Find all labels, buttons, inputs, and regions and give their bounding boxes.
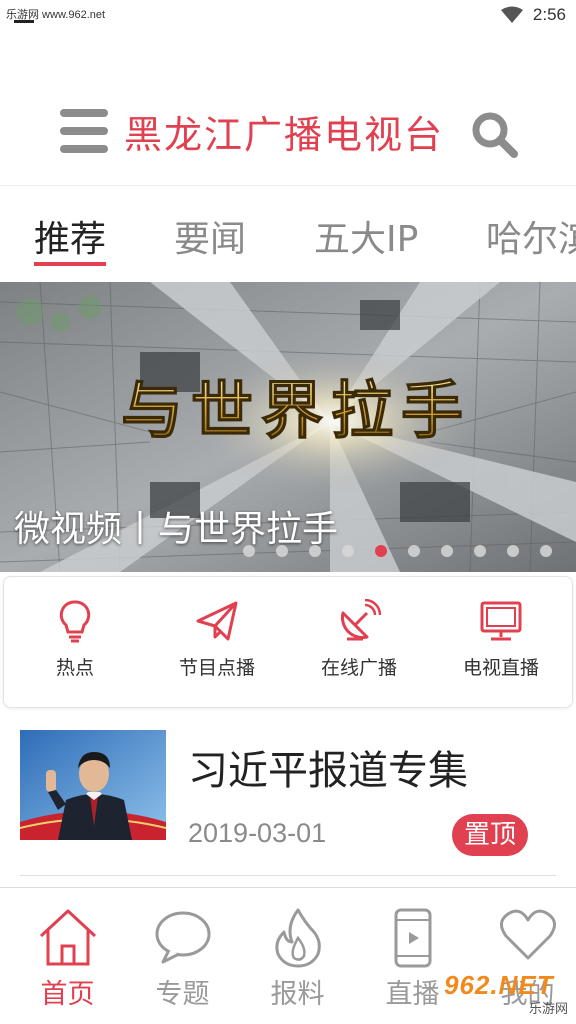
carousel-dot[interactable] (276, 545, 288, 557)
carousel-dot[interactable] (441, 545, 453, 557)
carousel-dot[interactable] (342, 545, 354, 557)
tab-recommend[interactable]: 推荐 (34, 210, 106, 262)
status-time: 2:56 (532, 5, 566, 24)
nav-label: 报料 (270, 979, 325, 1010)
satellite-dish-icon (341, 599, 381, 641)
status-right: 2:56 (500, 4, 566, 26)
banner-carousel[interactable]: 与世界拉手 微视频丨与世界拉手 (0, 282, 576, 572)
pinned-badge: 置顶 (452, 814, 528, 856)
quick-action-tv[interactable]: 电视直播 (430, 577, 572, 709)
nav-home[interactable]: 首页 (10, 888, 125, 1024)
watermark-logo: 962.NET 乐游网 (440, 966, 572, 1020)
speech-bubble-icon (155, 911, 210, 964)
search-icon[interactable] (470, 110, 518, 158)
nav-topics[interactable]: 专题 (125, 888, 240, 1024)
banner-caption: 微视频丨与世界拉手 (14, 509, 339, 550)
tab-harbin[interactable]: 哈尔滨 (486, 210, 576, 262)
status-indicator (14, 20, 34, 23)
home-icon (39, 909, 96, 966)
tab-headlines[interactable]: 要闻 (174, 210, 246, 262)
news-title: 习近平报道专集 (188, 748, 468, 794)
tab-bar: 推荐 要闻 五大IP 哈尔滨 (0, 186, 576, 282)
carousel-dot[interactable] (474, 545, 486, 557)
menu-icon[interactable] (60, 109, 108, 153)
carousel-dot[interactable] (507, 545, 519, 557)
carousel-dot[interactable] (309, 545, 321, 557)
carousel-dot[interactable] (540, 545, 552, 557)
lightbulb-icon (59, 600, 91, 643)
nav-label: 首页 (40, 979, 95, 1010)
news-date: 2019-03-01 (188, 818, 327, 848)
heart-icon (499, 909, 556, 960)
flame-icon (274, 908, 321, 968)
quick-actions-card: 热点 节目点播 在线广播 电视直播 (3, 576, 573, 708)
list-divider (20, 875, 556, 876)
watermark-main: 962.NET (444, 970, 554, 1000)
carousel-dot[interactable] (408, 545, 420, 557)
carousel-dot[interactable] (243, 545, 255, 557)
watermark-sub: 乐游网 (528, 1002, 568, 1017)
news-list-item[interactable]: 习近平报道专集 2019-03-01 置顶 (0, 710, 576, 880)
quick-action-label: 电视直播 (462, 657, 539, 679)
quick-action-label: 在线广播 (320, 657, 397, 679)
status-bar: 乐游网 www.962.net 2:56 (0, 0, 576, 30)
quick-action-label: 热点 (55, 657, 94, 679)
phone-play-icon (394, 908, 431, 968)
quick-action-hot[interactable]: 热点 (4, 577, 146, 709)
tab-five-ip[interactable]: 五大IP (314, 210, 418, 262)
news-thumbnail (20, 730, 166, 840)
wifi-icon (500, 6, 523, 23)
quick-action-radio[interactable]: 在线广播 (288, 577, 430, 709)
app-header: 黑龙江广播电视台 (0, 30, 576, 186)
active-tab-indicator (34, 262, 106, 266)
app-title: 黑龙江广播电视台 (124, 113, 445, 157)
carousel-dot-active[interactable] (375, 545, 387, 557)
paper-plane-icon (196, 601, 238, 641)
banner-artwork-text: 与世界拉手 (121, 374, 471, 447)
nav-tips[interactable]: 报料 (240, 888, 355, 1024)
quick-action-vod[interactable]: 节目点播 (146, 577, 288, 709)
tv-icon (480, 601, 522, 641)
quick-action-label: 节目点播 (178, 657, 255, 679)
nav-label: 专题 (155, 979, 210, 1010)
